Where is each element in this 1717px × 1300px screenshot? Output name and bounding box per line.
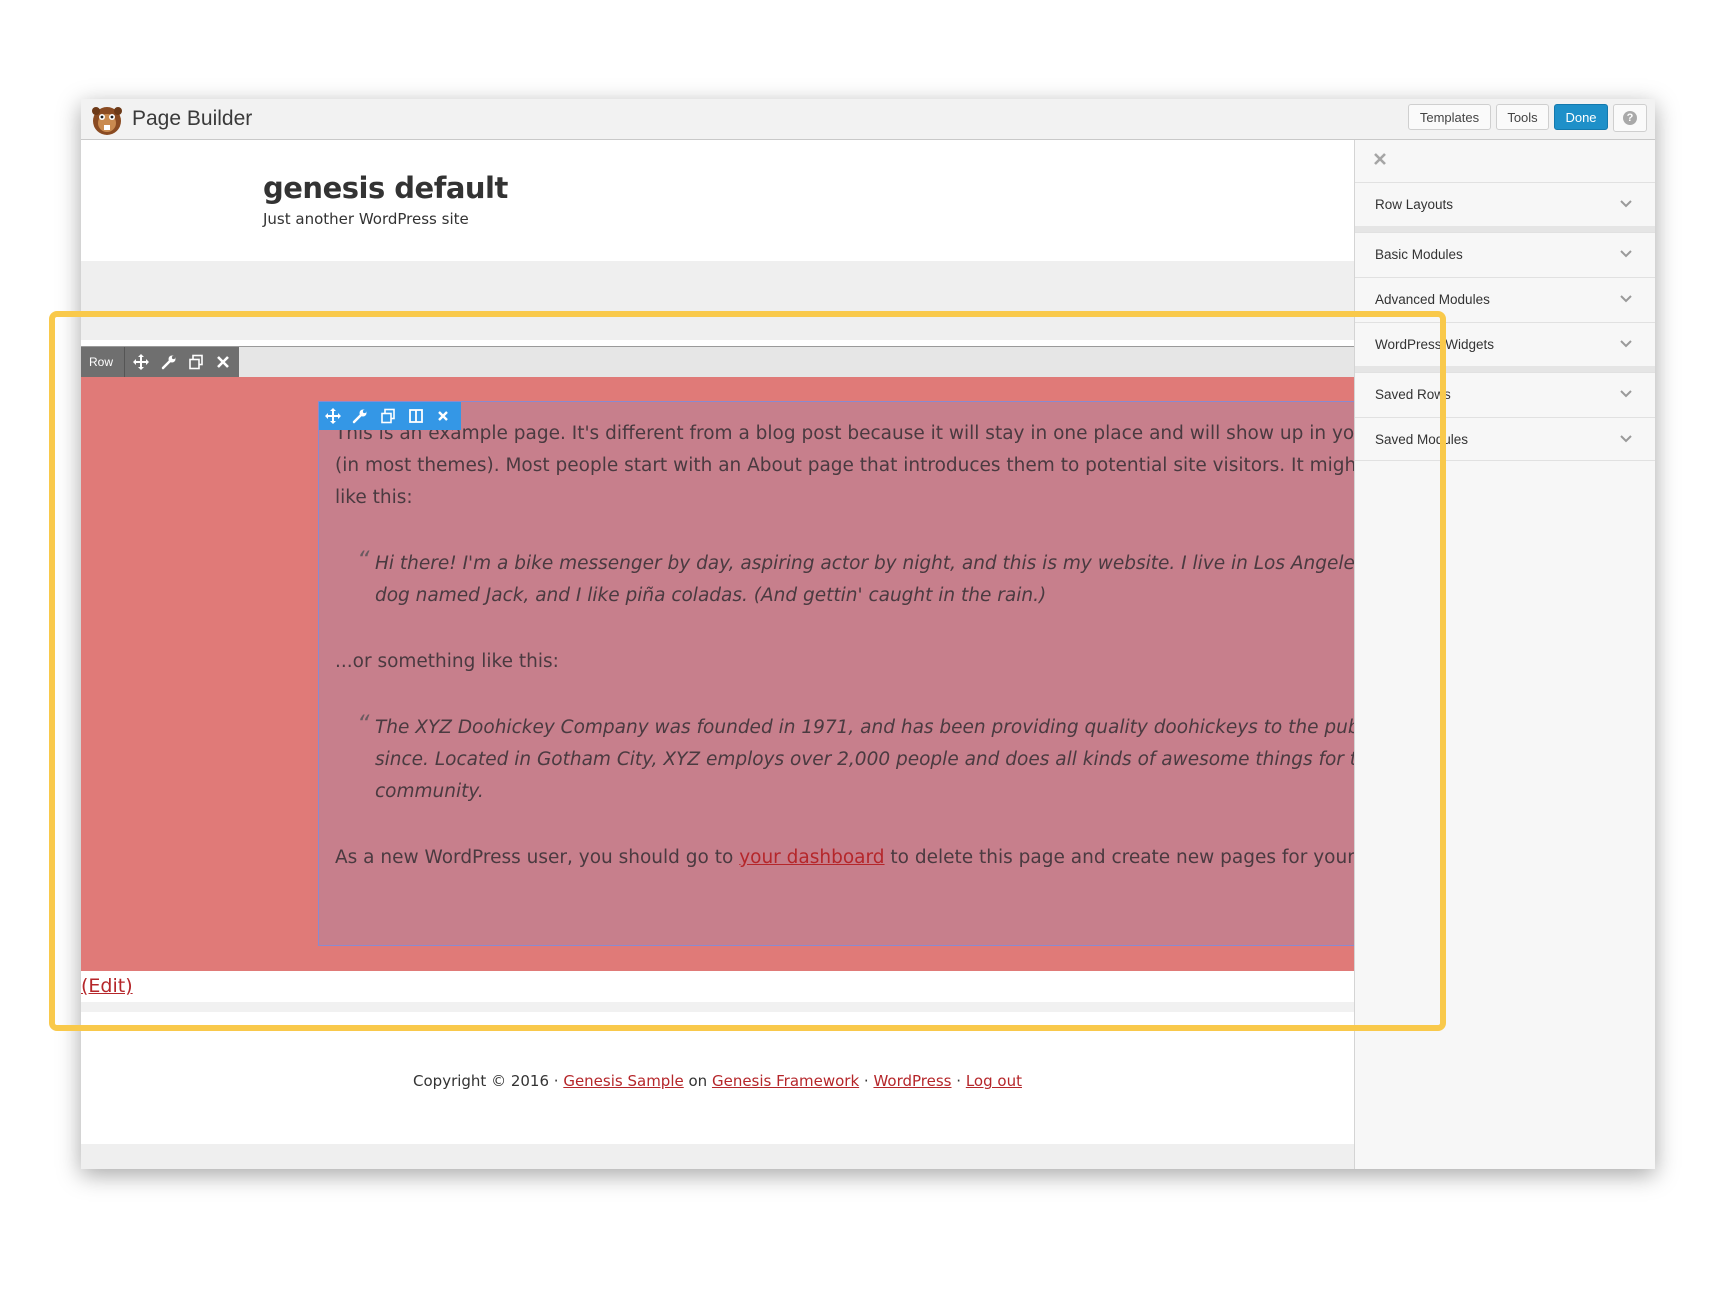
- panel-item-row-layouts[interactable]: Row Layouts: [1355, 182, 1655, 226]
- panel-item-label: Saved Modules: [1375, 432, 1469, 447]
- header-divider-band: [81, 261, 1354, 340]
- blockquote-line: “The XYZ Doohickey Company was founded i…: [335, 710, 1354, 744]
- close-icon[interactable]: [435, 408, 451, 424]
- paragraph-line: As a new WordPress user, you should go t…: [335, 842, 1354, 874]
- footer-text: on: [683, 1072, 712, 1090]
- page-builder-window: Page Builder Templates Tools Done ? gene…: [81, 99, 1655, 1169]
- chevron-down-icon: [1620, 200, 1632, 208]
- blockquote-line: “Hi there! I'm a bike messenger by day, …: [335, 546, 1354, 580]
- quote-mark: “: [357, 710, 370, 738]
- panel-item-wordpress-widgets[interactable]: WordPress Widgets: [1355, 322, 1655, 366]
- paragraph-line: ...or something like this:: [335, 651, 559, 672]
- chevron-down-icon: [1620, 435, 1632, 443]
- entry-footer-band: [81, 1002, 1354, 1012]
- logout-link[interactable]: Log out: [966, 1072, 1022, 1090]
- footer-separator: ·: [951, 1072, 966, 1090]
- panel-item-label: WordPress Widgets: [1375, 337, 1495, 352]
- beaver-logo-icon: [92, 107, 122, 135]
- content-row[interactable]: This is an example page. It's different …: [81, 377, 1354, 971]
- page-canvas: genesis default Just another WordPress s…: [81, 140, 1354, 1169]
- panel-item-label: Row Layouts: [1375, 197, 1454, 212]
- paragraph-line: This is an example page. It's different …: [335, 423, 1354, 444]
- duplicate-icon[interactable]: [188, 354, 204, 370]
- site-title[interactable]: genesis default: [263, 171, 508, 205]
- blockquote-line: community.: [375, 781, 484, 802]
- dashboard-link[interactable]: your dashboard: [739, 847, 884, 868]
- panel-item-advanced-modules[interactable]: Advanced Modules: [1355, 277, 1655, 321]
- builder-panel: Row Layouts Basic Modules Advanced Modul…: [1354, 140, 1655, 1169]
- site-footer: Copyright © 2016 · Genesis Sample on Gen…: [81, 1072, 1354, 1090]
- blockquote-line: dog named Jack, and I like piña coladas.…: [375, 585, 1047, 606]
- quote-text: The XYZ Doohickey Company was founded in…: [375, 717, 1354, 738]
- module-toolbar: [319, 402, 461, 430]
- panel-item-saved-modules[interactable]: Saved Modules: [1355, 417, 1655, 461]
- wrench-icon[interactable]: [352, 408, 368, 424]
- columns-icon[interactable]: [408, 408, 424, 424]
- move-icon[interactable]: [133, 354, 149, 370]
- panel-item-label: Basic Modules: [1375, 247, 1463, 262]
- quote-text: Hi there! I'm a bike messenger by day, a…: [375, 553, 1354, 574]
- help-icon: ?: [1623, 111, 1637, 125]
- duplicate-icon[interactable]: [380, 408, 396, 424]
- done-button[interactable]: Done: [1554, 104, 1608, 130]
- row-toolbar-band: [81, 347, 1354, 377]
- chevron-down-icon: [1620, 390, 1632, 398]
- quote-mark: “: [357, 546, 370, 574]
- chevron-down-icon: [1620, 295, 1632, 303]
- row-label: Row: [89, 355, 114, 369]
- move-icon[interactable]: [325, 408, 341, 424]
- tools-button[interactable]: Tools: [1496, 104, 1549, 130]
- close-icon[interactable]: [1373, 152, 1387, 166]
- row-toolbar-divider: [124, 347, 125, 377]
- row-toolbar: Row: [81, 347, 239, 377]
- close-icon[interactable]: [215, 354, 231, 370]
- genesis-sample-link[interactable]: Genesis Sample: [563, 1072, 683, 1090]
- genesis-framework-link[interactable]: Genesis Framework: [712, 1072, 859, 1090]
- wordpress-link[interactable]: WordPress: [873, 1072, 951, 1090]
- app-title: Page Builder: [132, 107, 253, 130]
- blockquote-line: since. Located in Gotham City, XYZ emplo…: [375, 749, 1354, 770]
- panel-item-basic-modules[interactable]: Basic Modules: [1355, 232, 1655, 276]
- paragraph-text: As a new WordPress user, you should go t…: [335, 847, 740, 868]
- paragraph-text: to delete this page and create new pages…: [890, 847, 1354, 868]
- panel-item-label: Advanced Modules: [1375, 292, 1490, 307]
- text-module[interactable]: This is an example page. It's different …: [318, 401, 1354, 946]
- edit-link[interactable]: (Edit): [81, 975, 133, 997]
- footer-separator: ·: [859, 1072, 874, 1090]
- site-tagline: Just another WordPress site: [263, 210, 469, 228]
- paragraph-line: like this:: [335, 487, 413, 508]
- wrench-icon[interactable]: [161, 354, 177, 370]
- copyright-text: Copyright © 2016 ·: [413, 1072, 564, 1090]
- paragraph-line: (in most themes). Most people start with…: [335, 455, 1354, 476]
- chevron-down-icon: [1620, 340, 1632, 348]
- help-button[interactable]: ?: [1613, 104, 1647, 132]
- panel-item-saved-rows[interactable]: Saved Rows: [1355, 372, 1655, 416]
- footer-bottom-band: [81, 1144, 1354, 1169]
- module-content: This is an example page. It's different …: [335, 418, 1354, 874]
- templates-button[interactable]: Templates: [1408, 104, 1491, 130]
- chevron-down-icon: [1620, 250, 1632, 258]
- panel-item-label: Saved Rows: [1375, 387, 1451, 402]
- builder-topbar: Page Builder Templates Tools Done ?: [81, 99, 1655, 140]
